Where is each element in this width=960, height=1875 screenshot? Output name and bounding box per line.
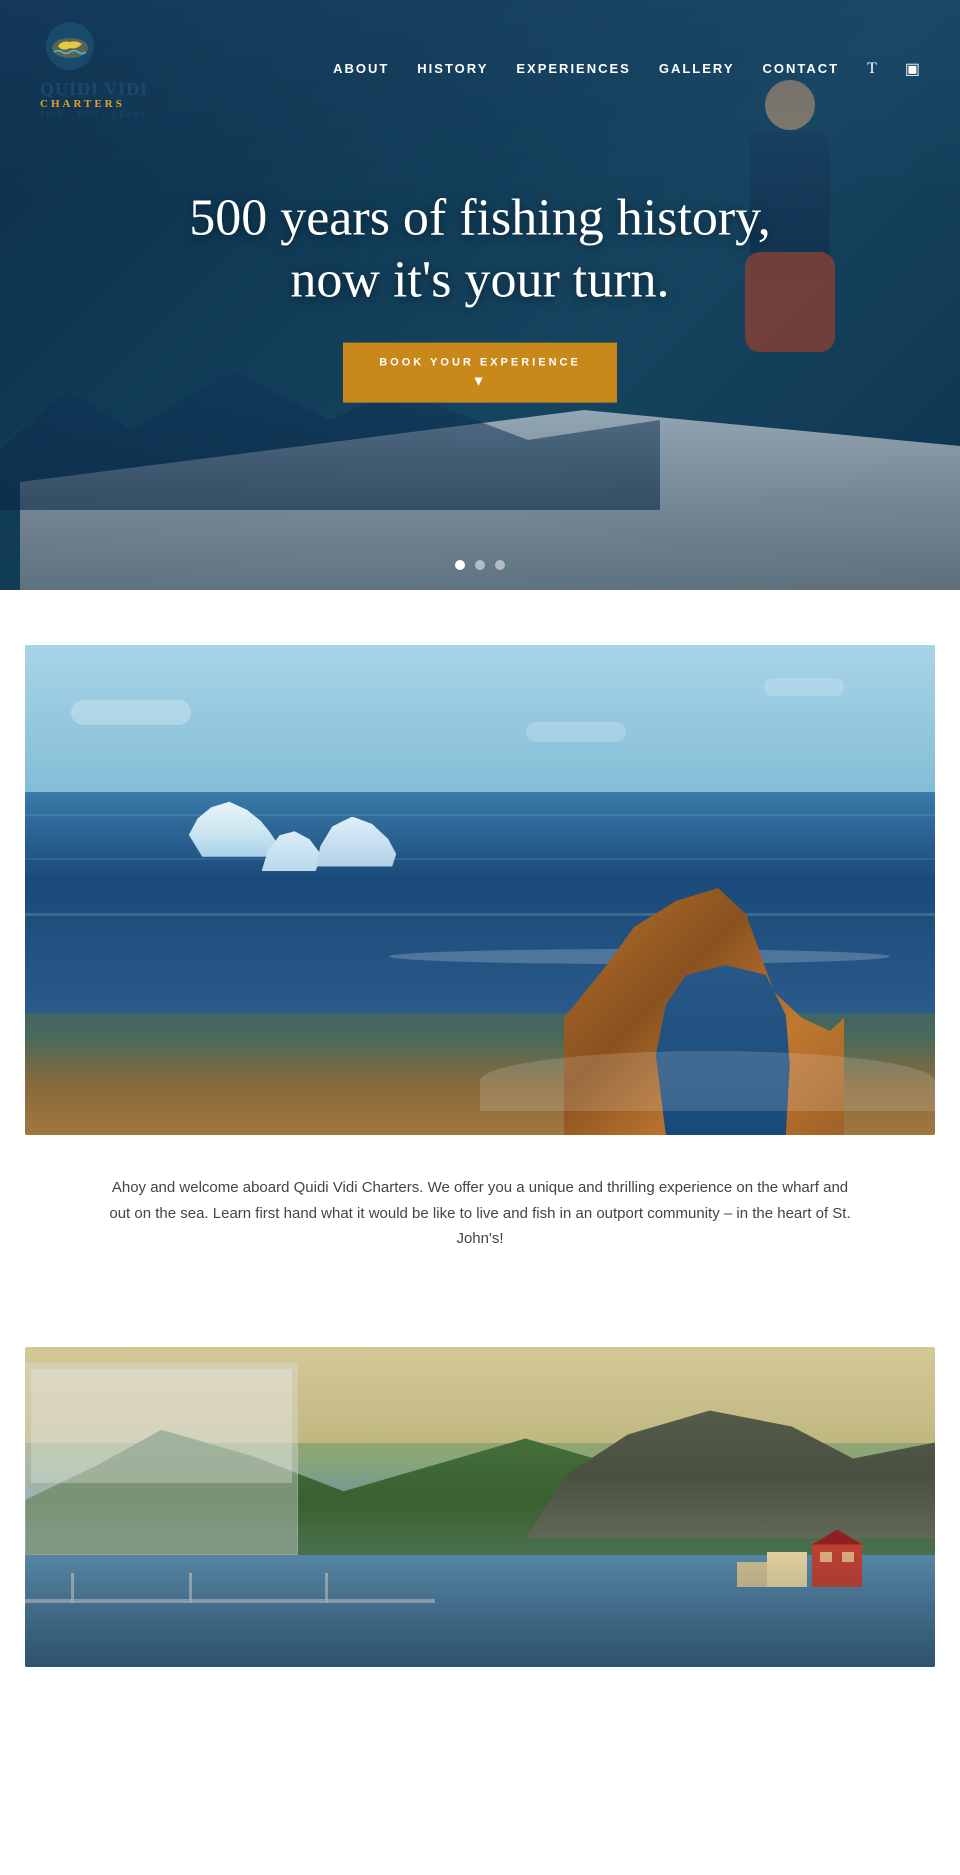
hero-carousel-dots bbox=[455, 560, 505, 570]
logo-tagline: FISH · FUN · FEAST bbox=[40, 110, 148, 119]
cta-label: BOOK YOUR EXPERIENCE bbox=[379, 356, 581, 368]
wave-line-1 bbox=[25, 814, 935, 816]
nav-twitter-icon[interactable]: T bbox=[867, 60, 877, 78]
wave-line-3 bbox=[25, 913, 935, 916]
carousel-dot-1[interactable] bbox=[455, 560, 465, 570]
nav-contact[interactable]: CONTACT bbox=[763, 61, 840, 76]
boat-cabin bbox=[25, 1363, 298, 1555]
description-text: Ahoy and welcome aboard Quidi Vidi Chart… bbox=[100, 1175, 860, 1252]
nav-social-icon[interactable]: ▣ bbox=[905, 59, 920, 79]
section-gap-2 bbox=[0, 1292, 960, 1347]
logo-icon bbox=[40, 18, 100, 78]
cta-arrow-icon: ▼ bbox=[379, 372, 581, 388]
logo-name-line1: QUIDI VIDI bbox=[40, 80, 148, 98]
main-nav: ABOUT HISTORY EXPERIENCES GALLERY CONTAC… bbox=[333, 59, 920, 79]
carousel-dot-3[interactable] bbox=[495, 560, 505, 570]
hero-content: 500 years of fishing history, now it's y… bbox=[170, 188, 790, 403]
hero-title: 500 years of fishing history, now it's y… bbox=[170, 188, 790, 313]
book-experience-button[interactable]: BOOK YOUR EXPERIENCE ▼ bbox=[343, 342, 617, 402]
description-section: Ahoy and welcome aboard Quidi Vidi Chart… bbox=[0, 1135, 960, 1292]
wave-line-2 bbox=[25, 858, 935, 860]
boat-scene-image bbox=[25, 1347, 935, 1667]
logo[interactable]: QUIDI VIDI CHARTERS FISH · FUN · FEAST bbox=[40, 18, 148, 119]
carousel-dot-2[interactable] bbox=[475, 560, 485, 570]
nav-gallery[interactable]: GALLERY bbox=[659, 61, 735, 76]
nav-history[interactable]: HISTORY bbox=[417, 61, 488, 76]
dock-foreground bbox=[25, 1539, 935, 1667]
cloud-3 bbox=[764, 678, 844, 696]
coastal-image bbox=[25, 645, 935, 1135]
cloud-1 bbox=[71, 700, 191, 725]
site-header: QUIDI VIDI CHARTERS FISH · FUN · FEAST A… bbox=[0, 0, 960, 137]
coastal-ocean bbox=[25, 792, 935, 1013]
hero-section: QUIDI VIDI CHARTERS FISH · FUN · FEAST A… bbox=[0, 0, 960, 590]
cabin-window bbox=[31, 1369, 292, 1483]
rock-splash bbox=[480, 1051, 935, 1111]
nav-experiences[interactable]: EXPERIENCES bbox=[516, 61, 630, 76]
logo-name-line2: CHARTERS bbox=[40, 98, 148, 110]
section-gap-1 bbox=[0, 590, 960, 645]
nav-about[interactable]: ABOUT bbox=[333, 61, 389, 76]
cloud-2 bbox=[526, 722, 626, 742]
